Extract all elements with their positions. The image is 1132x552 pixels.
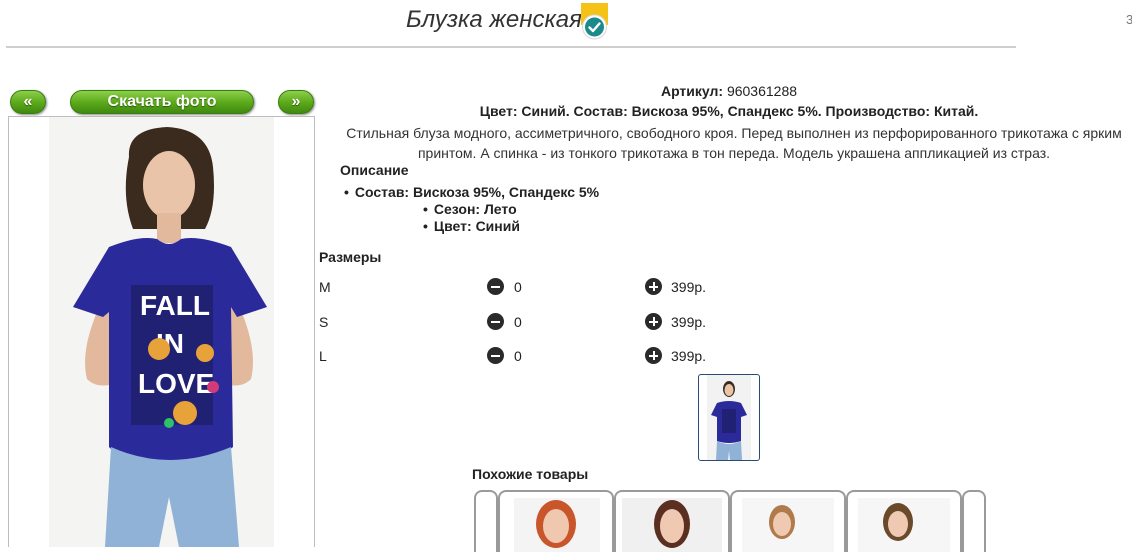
size-label: S [319,314,329,330]
similar-product-card[interactable] [730,490,846,552]
sku-label: Артикул: [660,83,724,99]
size-quantity: 0 [514,279,522,295]
similar-product-card[interactable] [498,490,614,552]
spec-bullet: Цвет: Синий [423,218,520,234]
similar-scroll-right[interactable] [962,490,986,552]
size-price: 399р. [671,348,707,364]
size-price: 399р. [671,279,707,295]
description-heading: Описание [340,162,409,178]
next-photo-button[interactable]: » [278,90,314,114]
sizes-heading: Размеры [319,249,382,265]
sku-line: Артикул: 960361288 [320,83,1132,99]
similar-product-image [742,498,834,552]
plus-icon[interactable] [645,313,662,330]
verified-badge-icon [581,3,608,40]
spec-bullet: Сезон: Лето [423,201,517,217]
main-product-photo[interactable]: FALL IN LOVE [8,116,315,547]
print-text-line-3: LOVE [138,368,214,399]
minus-icon[interactable] [487,278,504,295]
page-title: Блузка женская [406,6,582,33]
product-description: Стильная блуза модного, ассиметричного, … [346,125,1122,161]
print-text-line-1: FALL [140,290,210,321]
size-quantity: 0 [514,348,522,364]
prev-photo-button[interactable]: « [10,90,46,114]
minus-icon[interactable] [487,313,504,330]
photo-thumbnail[interactable] [698,374,760,461]
size-label: L [319,348,327,364]
size-label: M [319,279,331,295]
similar-product-image [622,498,722,552]
similar-product-image [514,498,600,552]
thumbnail-illustration [707,375,751,460]
size-quantity: 0 [514,314,522,330]
similar-product-card[interactable] [846,490,962,552]
model-photo-illustration: FALL IN LOVE [49,117,274,547]
spec-bullet: Состав: Вискоза 95%, Спандекс 5% [344,184,599,200]
download-photo-button[interactable]: Скачать фото [70,90,254,114]
similar-product-card[interactable] [614,490,730,552]
plus-icon[interactable] [645,278,662,295]
similar-product-image [858,498,950,552]
color-composition-line: Цвет: Синий. Состав: Вискоза 95%, Спанде… [479,103,979,119]
plus-icon[interactable] [645,347,662,364]
corner-mark: 3 [1126,12,1132,27]
minus-icon[interactable] [487,347,504,364]
header-divider [6,46,1016,48]
sku-value: 960361288 [726,83,798,99]
similar-scroll-left[interactable] [474,490,498,552]
similar-products-heading: Похожие товары [472,466,589,482]
size-price: 399р. [671,314,707,330]
